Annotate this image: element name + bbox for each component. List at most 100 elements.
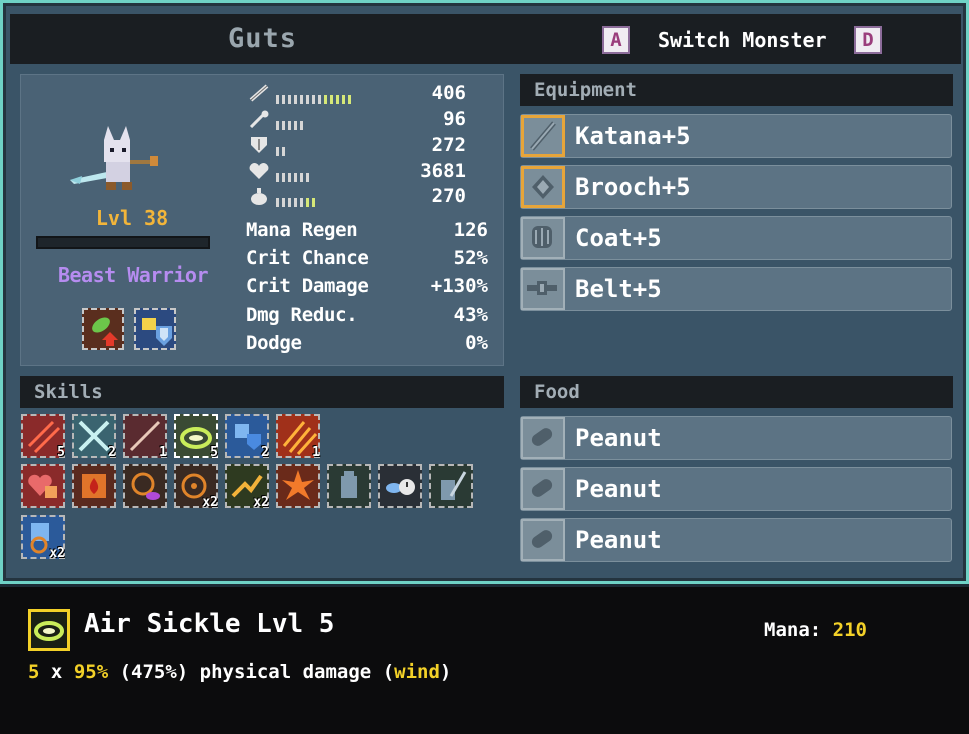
skill-stack: x2 [49, 546, 65, 561]
knight-sword-icon [441, 471, 467, 500]
equipment-slot-belt[interactable]: Belt+5 [520, 267, 952, 311]
equipment-header: Equipment [520, 74, 953, 106]
air-sickle-icon [28, 609, 70, 651]
food-slot-1[interactable]: Peanut [520, 416, 952, 460]
passive-burst[interactable] [276, 464, 320, 508]
passive-focus[interactable]: x2 [21, 515, 65, 561]
monster-class: Beast Warrior [57, 263, 209, 287]
times-sign: x [50, 661, 63, 683]
food-slot-3[interactable]: Peanut [520, 518, 952, 562]
health-value: 3681 [420, 160, 466, 182]
damage-percent: 95% [73, 661, 109, 683]
food-name: Peanut [575, 526, 662, 554]
switch-next-key[interactable]: D [854, 26, 882, 54]
crit-chance-value: 52% [453, 247, 488, 269]
equipment-name: Coat+5 [575, 224, 662, 252]
skill-slash[interactable]: 5 [21, 414, 65, 460]
passive-rising[interactable]: x2 [225, 464, 269, 510]
passive-armor[interactable] [327, 464, 371, 508]
mana-value: 270 [431, 185, 466, 207]
passive-heart-fist[interactable] [21, 464, 65, 508]
heart-icon [249, 163, 269, 179]
peanut-icon [521, 468, 565, 510]
crit-chance-label: Crit Chance [246, 247, 369, 269]
crit-damage-value: +130% [430, 275, 488, 297]
sword-icon [249, 84, 269, 102]
equipment-slot-brooch[interactable]: Brooch+5 [520, 165, 952, 209]
equipment-slot-coat[interactable]: Coat+5 [520, 216, 952, 260]
skill-guard[interactable]: 2 [225, 414, 269, 460]
passive-target[interactable]: x2 [174, 464, 218, 510]
skill-stack: x2 [202, 495, 218, 510]
switch-prev-key[interactable]: A [602, 26, 630, 54]
mana-cost-value: 210 [832, 619, 867, 641]
health-bar [276, 167, 312, 182]
skill-description: 5 x 95% (475%) physical damage (wind) [28, 661, 451, 683]
passive-blood[interactable] [72, 464, 116, 508]
skill-level: 1 [312, 445, 320, 460]
mana-regen-value: 126 [453, 219, 488, 241]
hit-count: 5 [28, 661, 40, 683]
equipment-slot-katana[interactable]: Katana+5 [520, 114, 952, 158]
passive-timer[interactable] [378, 464, 422, 508]
monster-level: Lvl 38 [95, 206, 169, 230]
header-bar: Guts A Switch Monster D [10, 14, 961, 64]
defense-bar [276, 141, 288, 156]
shield-icon [251, 137, 267, 153]
equipment-name: Brooch+5 [575, 173, 691, 201]
skill-cross-slash[interactable]: 2 [72, 414, 116, 460]
mana-regen-label: Mana Regen [246, 219, 358, 241]
leaf-attack-up-icon [92, 317, 118, 346]
skill-blade[interactable]: 1 [123, 414, 167, 460]
katana-icon [521, 115, 565, 157]
skill-fury[interactable]: 1 [276, 414, 320, 460]
defense-value: 272 [431, 134, 466, 156]
magic-value: 96 [443, 108, 466, 130]
heart-fist-icon [28, 474, 57, 498]
burst-icon [282, 470, 314, 500]
attack-bar [276, 89, 354, 104]
monster-portrait [70, 126, 158, 190]
bird-shield-icon [142, 318, 172, 346]
target-mana-icon [131, 472, 160, 500]
passive-knight[interactable] [429, 464, 473, 508]
skill-level: 2 [108, 445, 116, 460]
staff-icon [249, 110, 269, 128]
attack-value: 406 [431, 82, 466, 104]
dmg-reduction-value: 43% [453, 304, 488, 326]
brooch-icon [521, 166, 565, 208]
equipment-name: Belt+5 [575, 275, 662, 303]
dodge-value: 0% [465, 332, 488, 354]
skill-level: 2 [261, 445, 269, 460]
food-slot-2[interactable]: Peanut [520, 467, 952, 511]
skill-air-sickle[interactable]: 5 [174, 414, 218, 460]
trait-bird-shield[interactable] [134, 308, 176, 350]
passive-target-mana[interactable] [123, 464, 167, 508]
skill-level: 5 [57, 445, 65, 460]
damage-element: wind [394, 661, 440, 683]
peanut-icon [521, 417, 565, 459]
blood-drop-icon [82, 474, 106, 498]
skill-tooltip: Air Sickle Lvl 5 Mana: 210 5 x 95% (475%… [0, 584, 969, 734]
belt-icon [521, 268, 565, 310]
peanut-icon [521, 519, 565, 561]
switch-monster-button[interactable]: Switch Monster [658, 22, 827, 58]
food-name: Peanut [575, 475, 662, 503]
skill-level: 1 [159, 445, 167, 460]
monster-name: Guts [227, 23, 298, 54]
coat-icon [521, 217, 565, 259]
skill-stack: x2 [253, 495, 269, 510]
magic-bar [276, 115, 306, 130]
equipment-name: Katana+5 [575, 122, 691, 150]
mana-bar [276, 192, 318, 207]
trait-leaf-up[interactable] [82, 308, 124, 350]
skill-level: 5 [210, 445, 218, 460]
experience-bar [36, 236, 210, 249]
skills-header: Skills [20, 376, 504, 408]
skill-mana-cost: Mana: 210 [764, 619, 867, 641]
dmg-reduction-label: Dmg Reduc. [246, 304, 358, 326]
food-header: Food [520, 376, 953, 408]
crit-damage-label: Crit Damage [246, 275, 369, 297]
food-name: Peanut [575, 424, 662, 452]
mana-label: Mana: [764, 619, 822, 641]
